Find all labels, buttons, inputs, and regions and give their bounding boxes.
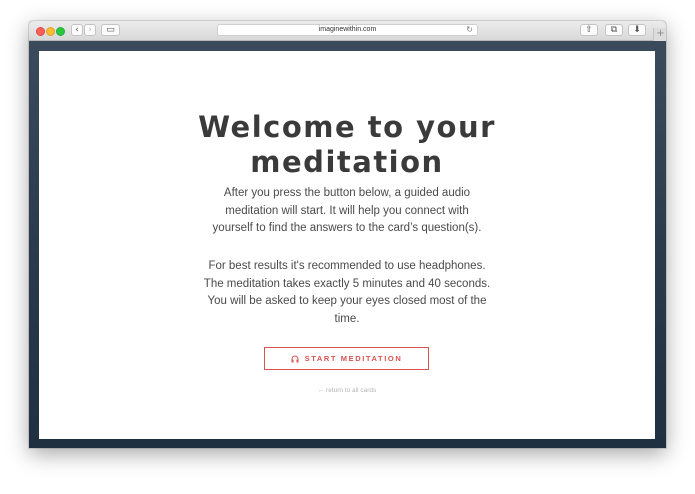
sidebar-icon: ▭ [106, 25, 115, 35]
back-button[interactable]: ‹ [71, 24, 83, 36]
meditation-card: Welcome to your meditation After you pre… [39, 51, 655, 439]
share-icon: ⇧ [585, 25, 593, 35]
title-line: meditation [250, 145, 444, 179]
return-link-label: ← return to all cards [317, 387, 377, 394]
browser-toolbar: ‹ › ▭ imaginewithin.com ↻ ⇧ ⧉ ⬇ [29, 21, 666, 41]
return-link[interactable]: ← return to all cards [39, 387, 655, 394]
plus-icon: + [656, 28, 665, 39]
start-meditation-button[interactable]: START MEDITATION [264, 347, 429, 370]
sidebar-button[interactable]: ▭ [101, 24, 120, 36]
forward-button[interactable]: › [84, 24, 96, 36]
minimize-window-button[interactable] [46, 27, 55, 36]
chevron-left-icon: ‹ [75, 25, 79, 35]
address-bar[interactable]: imaginewithin.com ↻ [217, 24, 478, 36]
close-window-button[interactable] [36, 27, 45, 36]
tabs-icon: ⧉ [610, 25, 618, 35]
paragraph-line: You will be asked to keep your eyes clos… [207, 295, 487, 307]
url-text: imaginewithin.com [318, 26, 377, 33]
page-title: Welcome to your meditation [39, 110, 655, 180]
paragraph-line: The meditation takes exactly 5 minutes a… [203, 277, 491, 290]
paragraph-line: yourself to find the answers to the card… [212, 222, 482, 234]
tabs-overview-button[interactable]: ⧉ [605, 24, 623, 36]
paragraph-line: For best results it's recommended to use… [208, 260, 486, 272]
share-button[interactable]: ⇧ [580, 24, 598, 36]
downloads-button[interactable]: ⬇ [628, 24, 646, 36]
paragraph-line: After you press the button below, a guid… [223, 187, 471, 199]
zoom-window-button[interactable] [56, 27, 65, 36]
download-icon: ⬇ [633, 25, 641, 35]
chevron-right-icon: › [88, 25, 92, 35]
start-meditation-label: START MEDITATION [304, 354, 403, 363]
headphones-icon [291, 355, 299, 363]
browser-window: ‹ › ▭ imaginewithin.com ↻ ⇧ ⧉ ⬇ + Welcom… [29, 21, 666, 448]
instructions-paragraph: For best results it's recommended to use… [39, 258, 655, 328]
paragraph-line: meditation will start. It will help you … [225, 204, 469, 217]
reload-icon[interactable]: ↻ [466, 25, 473, 35]
new-tab-button[interactable]: + [653, 28, 666, 41]
page-background: Welcome to your meditation After you pre… [29, 41, 666, 448]
paragraph-line: time. [334, 312, 360, 325]
intro-paragraph: After you press the button below, a guid… [39, 185, 655, 238]
title-line: Welcome to your [198, 110, 496, 144]
